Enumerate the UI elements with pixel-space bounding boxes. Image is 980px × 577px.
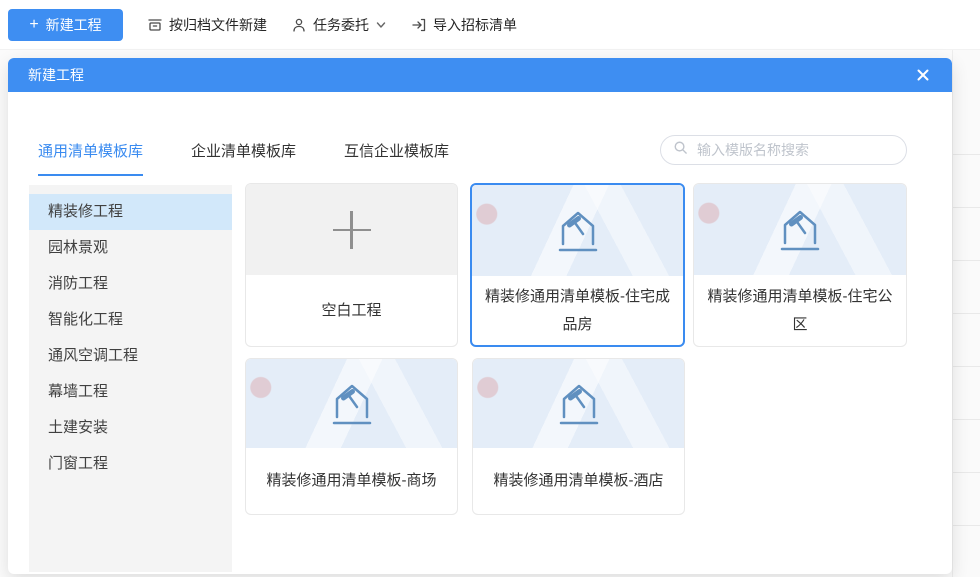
- card-label: 精装修通用清单模板-住宅公区: [694, 275, 906, 346]
- app-window: + 新建工程 按归档文件新建 任务委托: [0, 0, 980, 577]
- tab-general-template-library[interactable]: 通用清单模板库: [38, 140, 143, 176]
- sidebar-item-civil-installation[interactable]: 土建安装: [29, 410, 232, 446]
- search-input[interactable]: [695, 141, 894, 159]
- house-hammer-icon: [557, 380, 601, 428]
- search-icon: [673, 140, 688, 160]
- sidebar-item-curtain-wall[interactable]: 幕墙工程: [29, 374, 232, 410]
- blank-card-image: [246, 184, 457, 275]
- plus-icon: [333, 211, 371, 249]
- sidebar-item-doors-windows[interactable]: 门窗工程: [29, 446, 232, 482]
- card-template-mall[interactable]: 精装修通用清单模板-商场: [245, 358, 458, 515]
- sidebar-item-hvac[interactable]: 通风空调工程: [29, 338, 232, 374]
- new-project-modal: 新建工程 通用清单模板库 企业清单模板库 互信企业模板库: [8, 58, 952, 574]
- sidebar-item-fine-decoration[interactable]: 精装修工程: [29, 194, 232, 230]
- category-sidebar: 精装修工程 园林景观 消防工程 智能化工程 通风空调工程 幕墙工程 土建安装 门…: [29, 185, 232, 572]
- card-label: 精装修通用清单模板-商场: [246, 448, 457, 514]
- house-hammer-icon: [556, 207, 600, 255]
- task-delegation-label: 任务委托: [313, 15, 369, 35]
- background-table-rows: [953, 102, 980, 577]
- tab-mutual-trust-template-library[interactable]: 互信企业模板库: [344, 140, 449, 176]
- card-template-hotel[interactable]: 精装修通用清单模板-酒店: [472, 358, 685, 515]
- template-library-tabs: 通用清单模板库 企业清单模板库 互信企业模板库: [38, 140, 449, 176]
- new-project-label: 新建工程: [46, 15, 102, 35]
- archive-box-icon: [147, 17, 163, 33]
- house-hammer-icon: [778, 206, 822, 254]
- modal-header: 新建工程: [8, 58, 952, 92]
- sidebar-item-landscape[interactable]: 园林景观: [29, 230, 232, 266]
- new-project-button[interactable]: + 新建工程: [8, 9, 123, 41]
- template-card-image: [473, 359, 684, 448]
- template-card-image: [472, 185, 683, 276]
- card-label: 精装修通用清单模板-住宅成品房: [472, 276, 683, 345]
- sidebar-item-fire-protection[interactable]: 消防工程: [29, 266, 232, 302]
- background-table-edge: [952, 50, 980, 577]
- template-card-image: [246, 359, 457, 448]
- modal-title: 新建工程: [28, 65, 84, 85]
- card-template-residential-finished[interactable]: 精装修通用清单模板-住宅成品房: [470, 183, 685, 347]
- sidebar-item-intelligent[interactable]: 智能化工程: [29, 302, 232, 338]
- chevron-down-icon: [375, 19, 387, 31]
- template-search-box: [660, 135, 907, 165]
- close-icon[interactable]: [914, 66, 932, 84]
- card-label: 精装修通用清单模板-酒店: [473, 448, 684, 514]
- create-from-archive-button[interactable]: 按归档文件新建: [147, 15, 267, 35]
- plus-icon: +: [29, 17, 38, 33]
- import-bid-list-button[interactable]: 导入招标清单: [411, 15, 517, 35]
- import-arrow-icon: [411, 17, 427, 33]
- house-hammer-icon: [330, 380, 374, 428]
- card-blank-project[interactable]: 空白工程: [245, 183, 458, 347]
- template-card-image: [694, 184, 906, 275]
- import-bid-list-label: 导入招标清单: [433, 15, 517, 35]
- top-toolbar: + 新建工程 按归档文件新建 任务委托: [0, 0, 980, 50]
- card-label: 空白工程: [246, 275, 457, 346]
- person-icon: [291, 17, 307, 33]
- tab-enterprise-template-library[interactable]: 企业清单模板库: [191, 140, 296, 176]
- create-from-archive-label: 按归档文件新建: [169, 15, 267, 35]
- task-delegation-button[interactable]: 任务委托: [291, 15, 387, 35]
- card-template-residential-public[interactable]: 精装修通用清单模板-住宅公区: [693, 183, 907, 347]
